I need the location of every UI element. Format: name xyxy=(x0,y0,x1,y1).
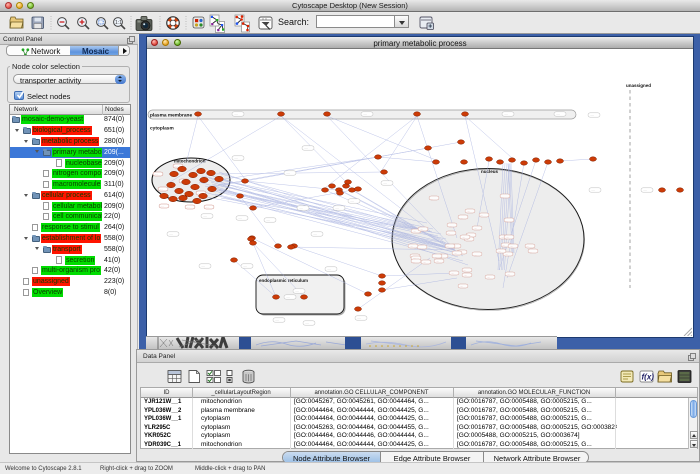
svg-text:.....: ..... xyxy=(299,206,303,210)
svg-text:.....: ..... xyxy=(590,113,594,117)
svg-text:....: .... xyxy=(436,259,439,263)
svg-text:....: .... xyxy=(507,272,510,276)
svg-text:.....: ..... xyxy=(504,112,508,116)
svg-text:.....: ..... xyxy=(275,318,279,322)
svg-text:endoplasmic reticulum: endoplasmic reticulum xyxy=(259,278,308,283)
svg-text:nucleus: nucleus xyxy=(481,169,499,174)
svg-text:.....: ..... xyxy=(643,188,647,192)
svg-text:....: .... xyxy=(155,172,158,176)
svg-text:....: .... xyxy=(160,187,163,191)
svg-text:....: .... xyxy=(464,273,467,277)
svg-text:....: .... xyxy=(430,197,433,201)
svg-text:....: .... xyxy=(447,231,450,235)
svg-text:....: .... xyxy=(462,235,465,239)
svg-text:....: .... xyxy=(502,243,505,247)
svg-text:.....: ..... xyxy=(335,206,339,210)
svg-text:.....: ..... xyxy=(266,218,270,222)
svg-text:.....: ..... xyxy=(327,267,331,271)
svg-text:....: .... xyxy=(480,213,483,217)
svg-text:plasma membrane: plasma membrane xyxy=(150,113,192,119)
svg-text:.....: ..... xyxy=(313,232,317,236)
svg-text:....: .... xyxy=(529,250,532,254)
svg-text:....: .... xyxy=(175,164,178,168)
svg-text:....: .... xyxy=(420,227,423,231)
svg-text:....: .... xyxy=(451,271,454,275)
svg-text:....: .... xyxy=(410,244,413,248)
svg-text:....: .... xyxy=(187,205,190,209)
svg-text:....: .... xyxy=(460,284,463,288)
svg-text:.....: ..... xyxy=(238,216,242,220)
svg-text:.....: ..... xyxy=(383,181,387,185)
svg-text:.....: ..... xyxy=(243,264,247,268)
svg-text:....: .... xyxy=(460,216,463,220)
svg-text:mitochondrion: mitochondrion xyxy=(174,159,206,164)
svg-text:.....: ..... xyxy=(304,146,308,150)
svg-text:.....: ..... xyxy=(234,156,238,160)
svg-text:.....: ..... xyxy=(234,112,238,116)
svg-text:.....: ..... xyxy=(305,321,309,325)
svg-text:....: .... xyxy=(506,235,509,239)
svg-text:f(x): f(x) xyxy=(642,373,655,382)
svg-text:....: .... xyxy=(161,204,164,208)
svg-text:....: .... xyxy=(498,249,501,253)
svg-text:....: .... xyxy=(206,205,209,209)
svg-text:.....: ..... xyxy=(295,289,299,293)
svg-text:....: .... xyxy=(510,244,513,248)
svg-text:....: .... xyxy=(412,260,415,264)
svg-text:.....: ..... xyxy=(286,295,290,299)
svg-text:.....: ..... xyxy=(591,188,595,192)
svg-text:....: .... xyxy=(454,251,457,255)
svg-text:....: .... xyxy=(418,246,421,250)
svg-text:.....: ..... xyxy=(201,264,205,268)
svg-text:.....: ..... xyxy=(556,112,560,116)
svg-text:....: .... xyxy=(526,244,529,248)
svg-text:.....: ..... xyxy=(350,199,354,203)
svg-text:.....: ..... xyxy=(363,112,367,116)
svg-text:.....: ..... xyxy=(203,214,207,218)
svg-text:cytoplasm: cytoplasm xyxy=(150,126,174,132)
svg-text:....: .... xyxy=(505,219,508,223)
svg-text:unassigned: unassigned xyxy=(626,83,651,88)
svg-text:....: .... xyxy=(434,255,437,259)
svg-text:....: .... xyxy=(501,195,504,199)
svg-text:....: .... xyxy=(467,209,470,213)
svg-text:.....: ..... xyxy=(357,316,361,320)
svg-text:....: .... xyxy=(413,229,416,233)
svg-text:....: .... xyxy=(446,244,449,248)
svg-text:....: .... xyxy=(487,275,490,279)
svg-text:.....: ..... xyxy=(286,171,290,175)
svg-text:1:1: 1:1 xyxy=(115,20,122,26)
svg-text:....: .... xyxy=(463,268,466,272)
svg-text:....: .... xyxy=(474,253,477,257)
svg-text:....: .... xyxy=(423,260,426,264)
svg-text:.....: ..... xyxy=(169,232,173,236)
svg-text:....: .... xyxy=(449,224,452,228)
svg-text:....: .... xyxy=(474,226,477,230)
